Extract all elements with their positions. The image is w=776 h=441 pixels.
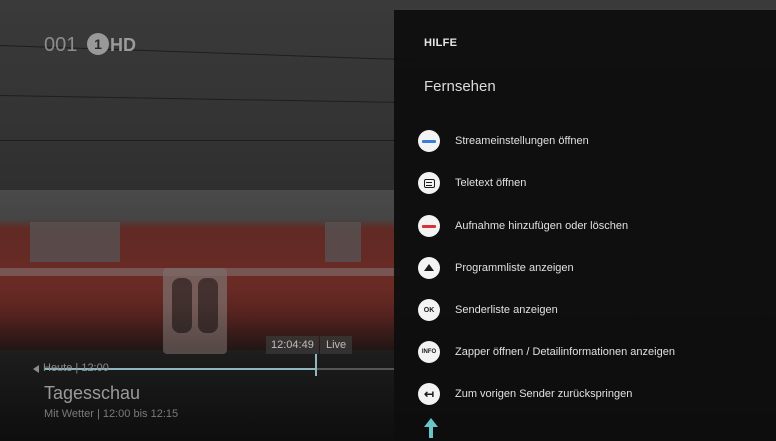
help-title: HILFE	[424, 37, 458, 49]
channel-hd-label: HD	[110, 35, 136, 55]
help-item-zapper-info[interactable]: INFO Zapper öffnen / Detailinformationen…	[418, 339, 758, 365]
timeline-position-marker[interactable]	[315, 354, 317, 376]
help-section-title: Fernsehen	[424, 78, 496, 95]
help-item-teletext[interactable]: Teletext öffnen	[418, 170, 758, 196]
help-item-stream-settings[interactable]: Streameinstellungen öffnen	[418, 128, 758, 154]
channel-logo-icon: 1	[87, 33, 109, 55]
program-subtitle: Mit Wetter | 12:00 bis 12:15	[44, 408, 179, 420]
program-title: Tagesschau	[44, 383, 141, 403]
scroll-down-indicator-icon[interactable]	[424, 418, 438, 438]
help-item-previous-channel[interactable]: ↤ Zum vorigen Sender zurückspringen	[418, 381, 758, 407]
back-key-icon: ↤	[418, 383, 440, 405]
day-label: Heute | 12:00	[43, 362, 109, 374]
help-item-channel-list[interactable]: OK Senderliste anzeigen	[418, 297, 758, 323]
help-item-recording[interactable]: Aufnahme hinzufügen oder löschen	[418, 213, 758, 239]
help-item-label: Streameinstellungen öffnen	[455, 135, 589, 147]
info-key-icon: INFO	[418, 341, 440, 363]
live-button[interactable]: Live	[320, 336, 353, 354]
previous-day-icon[interactable]	[33, 365, 39, 373]
teletext-icon	[418, 172, 440, 194]
red-key-icon	[418, 215, 440, 237]
up-arrow-icon	[418, 257, 440, 279]
help-item-label: Programmliste anzeigen	[455, 262, 574, 274]
help-item-program-list[interactable]: Programmliste anzeigen	[418, 255, 758, 281]
help-item-label: Teletext öffnen	[455, 177, 527, 189]
channel-number: 001	[44, 34, 78, 56]
help-item-label: Zum vorigen Sender zurückspringen	[455, 388, 633, 400]
current-time: 12:04:49	[266, 336, 319, 354]
help-item-label: Aufnahme hinzufügen oder löschen	[455, 220, 629, 232]
help-item-label: Senderliste anzeigen	[455, 304, 558, 316]
blue-key-icon	[418, 130, 440, 152]
ok-key-icon: OK	[418, 299, 440, 321]
help-item-label: Zapper öffnen / Detailinformationen anze…	[455, 346, 675, 358]
